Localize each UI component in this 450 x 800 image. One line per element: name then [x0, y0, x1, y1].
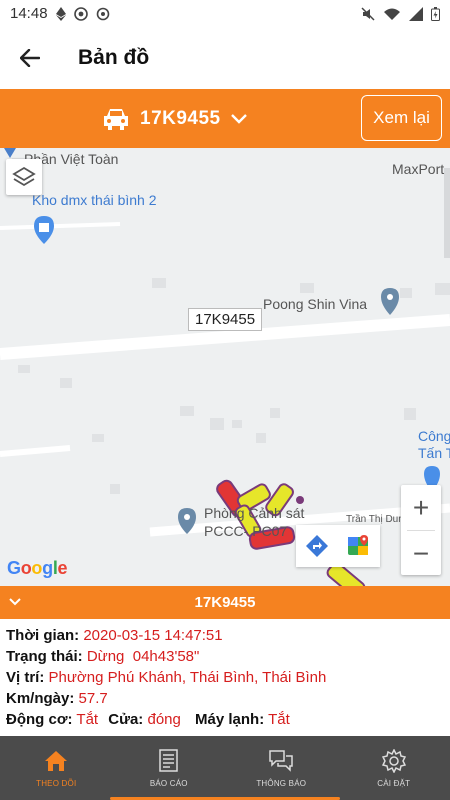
directions-button[interactable] [296, 525, 338, 567]
info-panel-title: 17K9455 [194, 594, 256, 611]
status-right-icons [361, 6, 440, 21]
info-row-time: Thời gian: 2020-03-15 14:47:51 [6, 625, 444, 646]
nav-item-settings[interactable]: CÀI ĐẶT [338, 736, 450, 800]
chat-icon [269, 749, 293, 772]
status-time: 14:48 [10, 5, 48, 22]
layers-button[interactable] [6, 159, 42, 195]
nav-label-notifications: THÔNG BÁO [256, 778, 307, 788]
wifi-icon [384, 8, 400, 20]
chevron-down-icon [9, 598, 21, 606]
info-panel-header[interactable]: 17K9455 [0, 586, 450, 619]
app-bar: Bản đồ [0, 27, 450, 89]
info-row-km: Km/ngày: 57.7 [6, 688, 444, 709]
layers-icon [12, 166, 36, 187]
vehicle-bar: 17K9455 Xem lại [0, 89, 450, 148]
map-label-maxport: MaxPort [392, 161, 445, 177]
location-label: Vị trí: [6, 669, 45, 686]
km-value: 57.7 [78, 690, 108, 707]
report-icon [159, 748, 178, 772]
nav-item-tracking[interactable]: THEO DÕI [0, 736, 113, 800]
vehicle-selector[interactable]: 17K9455 [102, 89, 247, 148]
km-label: Km/ngày: [6, 690, 75, 707]
gear-icon [381, 748, 406, 773]
chrome-icon [73, 6, 88, 21]
home-icon [45, 750, 68, 771]
battery-icon [431, 6, 440, 21]
map-label-police-2: PCCC- PC07 [204, 523, 288, 539]
page-title: Bản đồ [78, 46, 150, 69]
map-label-kho-dmx: Kho dmx thái bình 2 [32, 192, 157, 208]
status-label: Trạng thái: [6, 648, 83, 665]
time-value: 2020-03-15 14:47:51 [83, 627, 223, 644]
engine-value: Tắt [76, 711, 99, 728]
door-label: Cửa: [108, 711, 144, 728]
time-label: Thời gian: [6, 627, 80, 644]
nav-label-settings: CÀI ĐẶT [377, 778, 411, 788]
nav-item-notifications[interactable]: THÔNG BÁO [225, 736, 338, 800]
engine-label: Động cơ: [6, 711, 73, 728]
nav-label-reports: BÁO CÁO [149, 778, 188, 788]
map-toolbar [296, 525, 380, 567]
info-row-engine: Động cơ: Tắt Cửa: đóng Máy lạnh: Tắt [6, 709, 444, 730]
map-label-tran-thi-dung: Trần Thị Dung [346, 514, 410, 525]
review-button[interactable]: Xem lại [361, 95, 442, 141]
bottom-nav: THEO DÕI BÁO CÁO THÔNG BÁO CÀI ĐẶT [0, 736, 450, 800]
info-row-location: Vị trí: Phường Phú Khánh, Thái Bình, Thá… [6, 667, 444, 688]
mute-icon [361, 6, 375, 21]
status-left-icons [55, 6, 110, 21]
zoom-in-button[interactable]: + [401, 485, 441, 530]
location-pin-icon [381, 288, 399, 315]
map-view[interactable]: Phần Việt Toàn MaxPort Kho dmx thái bình… [0, 148, 450, 586]
zoom-out-button[interactable]: − [401, 531, 441, 576]
open-google-maps-button[interactable] [338, 525, 380, 567]
map-label-police-1: Phòng Cảnh sát [204, 505, 305, 521]
info-row-status: Trạng thái: Dừng 04h43'58" [6, 646, 444, 667]
vehicle-plate: 17K9455 [140, 107, 221, 129]
map-label-poong-shin: Poong Shin Vina [263, 296, 368, 312]
vehicle-marker-callout[interactable]: 17K9455 [188, 308, 263, 331]
info-panel: Thời gian: 2020-03-15 14:47:51 Trạng thá… [0, 619, 450, 736]
back-button[interactable] [0, 27, 60, 89]
nav-label-tracking: THEO DÕI [36, 778, 77, 788]
zoom-controls: + − [401, 485, 441, 575]
shop-pin-icon [34, 216, 54, 244]
ethereum-icon [55, 6, 66, 21]
door-value: đóng [147, 711, 181, 728]
sync-icon [96, 7, 109, 20]
ac-label: Máy lạnh: [195, 711, 265, 728]
map-label-cong-tan-2: Tấn T [418, 445, 450, 461]
status-value: Dừng 04h43'58" [86, 648, 200, 665]
arrow-left-icon [20, 49, 40, 67]
nav-item-reports[interactable]: BÁO CÁO [113, 736, 226, 800]
ac-value: Tắt [268, 711, 290, 728]
signal-icon [409, 6, 423, 21]
google-logo: Google [7, 558, 68, 578]
map-label-cong-tan-1: Công [418, 428, 450, 444]
google-maps-icon [348, 535, 368, 555]
car-icon [104, 108, 128, 130]
chevron-down-icon [230, 113, 247, 124]
location-value: Phường Phú Khánh, Thái Bình, Thái Bình [48, 669, 327, 686]
status-bar: 14:48 [0, 0, 450, 27]
directions-icon [306, 535, 328, 557]
